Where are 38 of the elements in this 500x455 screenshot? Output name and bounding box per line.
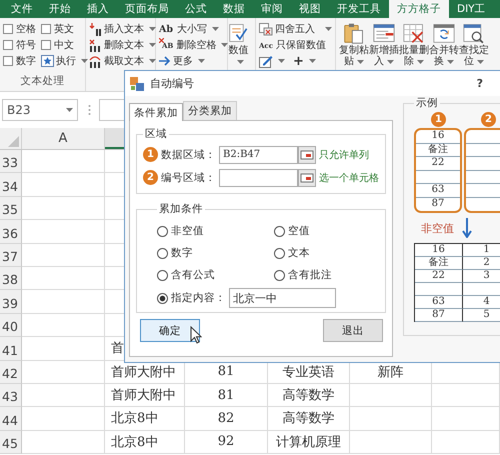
group-title: 示例 <box>415 96 439 110</box>
table-cell: 北京8中 <box>105 430 185 454</box>
group-label: 文本处理 <box>20 74 66 89</box>
table-cell: 63 <box>415 296 463 309</box>
step-badge: 2 <box>481 112 496 127</box>
table-cell: 首师大附中 <box>105 384 185 408</box>
table-cell: 5 <box>463 309 500 322</box>
table-cell: 计算机原理 <box>268 430 350 454</box>
field-hint: 选一个单元格 <box>319 172 379 184</box>
table-cell: 16 <box>415 244 463 257</box>
table-cell: 备注 <box>415 257 463 270</box>
step-badge: 2 <box>143 170 158 185</box>
field-label: 数据区域： <box>161 148 216 162</box>
table-cell: 高等数学 <box>268 407 350 431</box>
field-hint: 只允许单列 <box>319 148 369 162</box>
group-title: 累加条件 <box>158 202 204 216</box>
table-cell: 2 <box>463 257 500 270</box>
table-cell: 北京8中 <box>105 407 185 431</box>
table-cell: 81 <box>185 384 268 408</box>
table-cell: 22 <box>416 157 460 170</box>
table-cell: 4 <box>463 296 500 309</box>
table-cell: 16 <box>416 130 460 144</box>
table-cell: 备注 <box>416 144 460 157</box>
table-cell: 82 <box>185 407 268 431</box>
table-cell: 高等数学 <box>268 384 350 408</box>
table-cell: 3 <box>463 270 500 283</box>
table-cell: 22 <box>415 270 463 283</box>
condition-label: 非空值 <box>421 220 454 236</box>
table-cell: 92 <box>185 430 268 454</box>
step-badge: 1 <box>431 112 446 127</box>
table-cell: 63 <box>416 184 460 198</box>
table-cell: 1 <box>463 244 500 257</box>
table-cell-text: 87 <box>430 198 446 210</box>
step-badge: 1 <box>143 147 158 162</box>
field-label: 编号区域： <box>161 170 216 184</box>
group-title: 区域 <box>144 127 168 141</box>
dialog-title: 自动编号 <box>150 76 194 91</box>
table-cell: 87 <box>415 309 463 322</box>
